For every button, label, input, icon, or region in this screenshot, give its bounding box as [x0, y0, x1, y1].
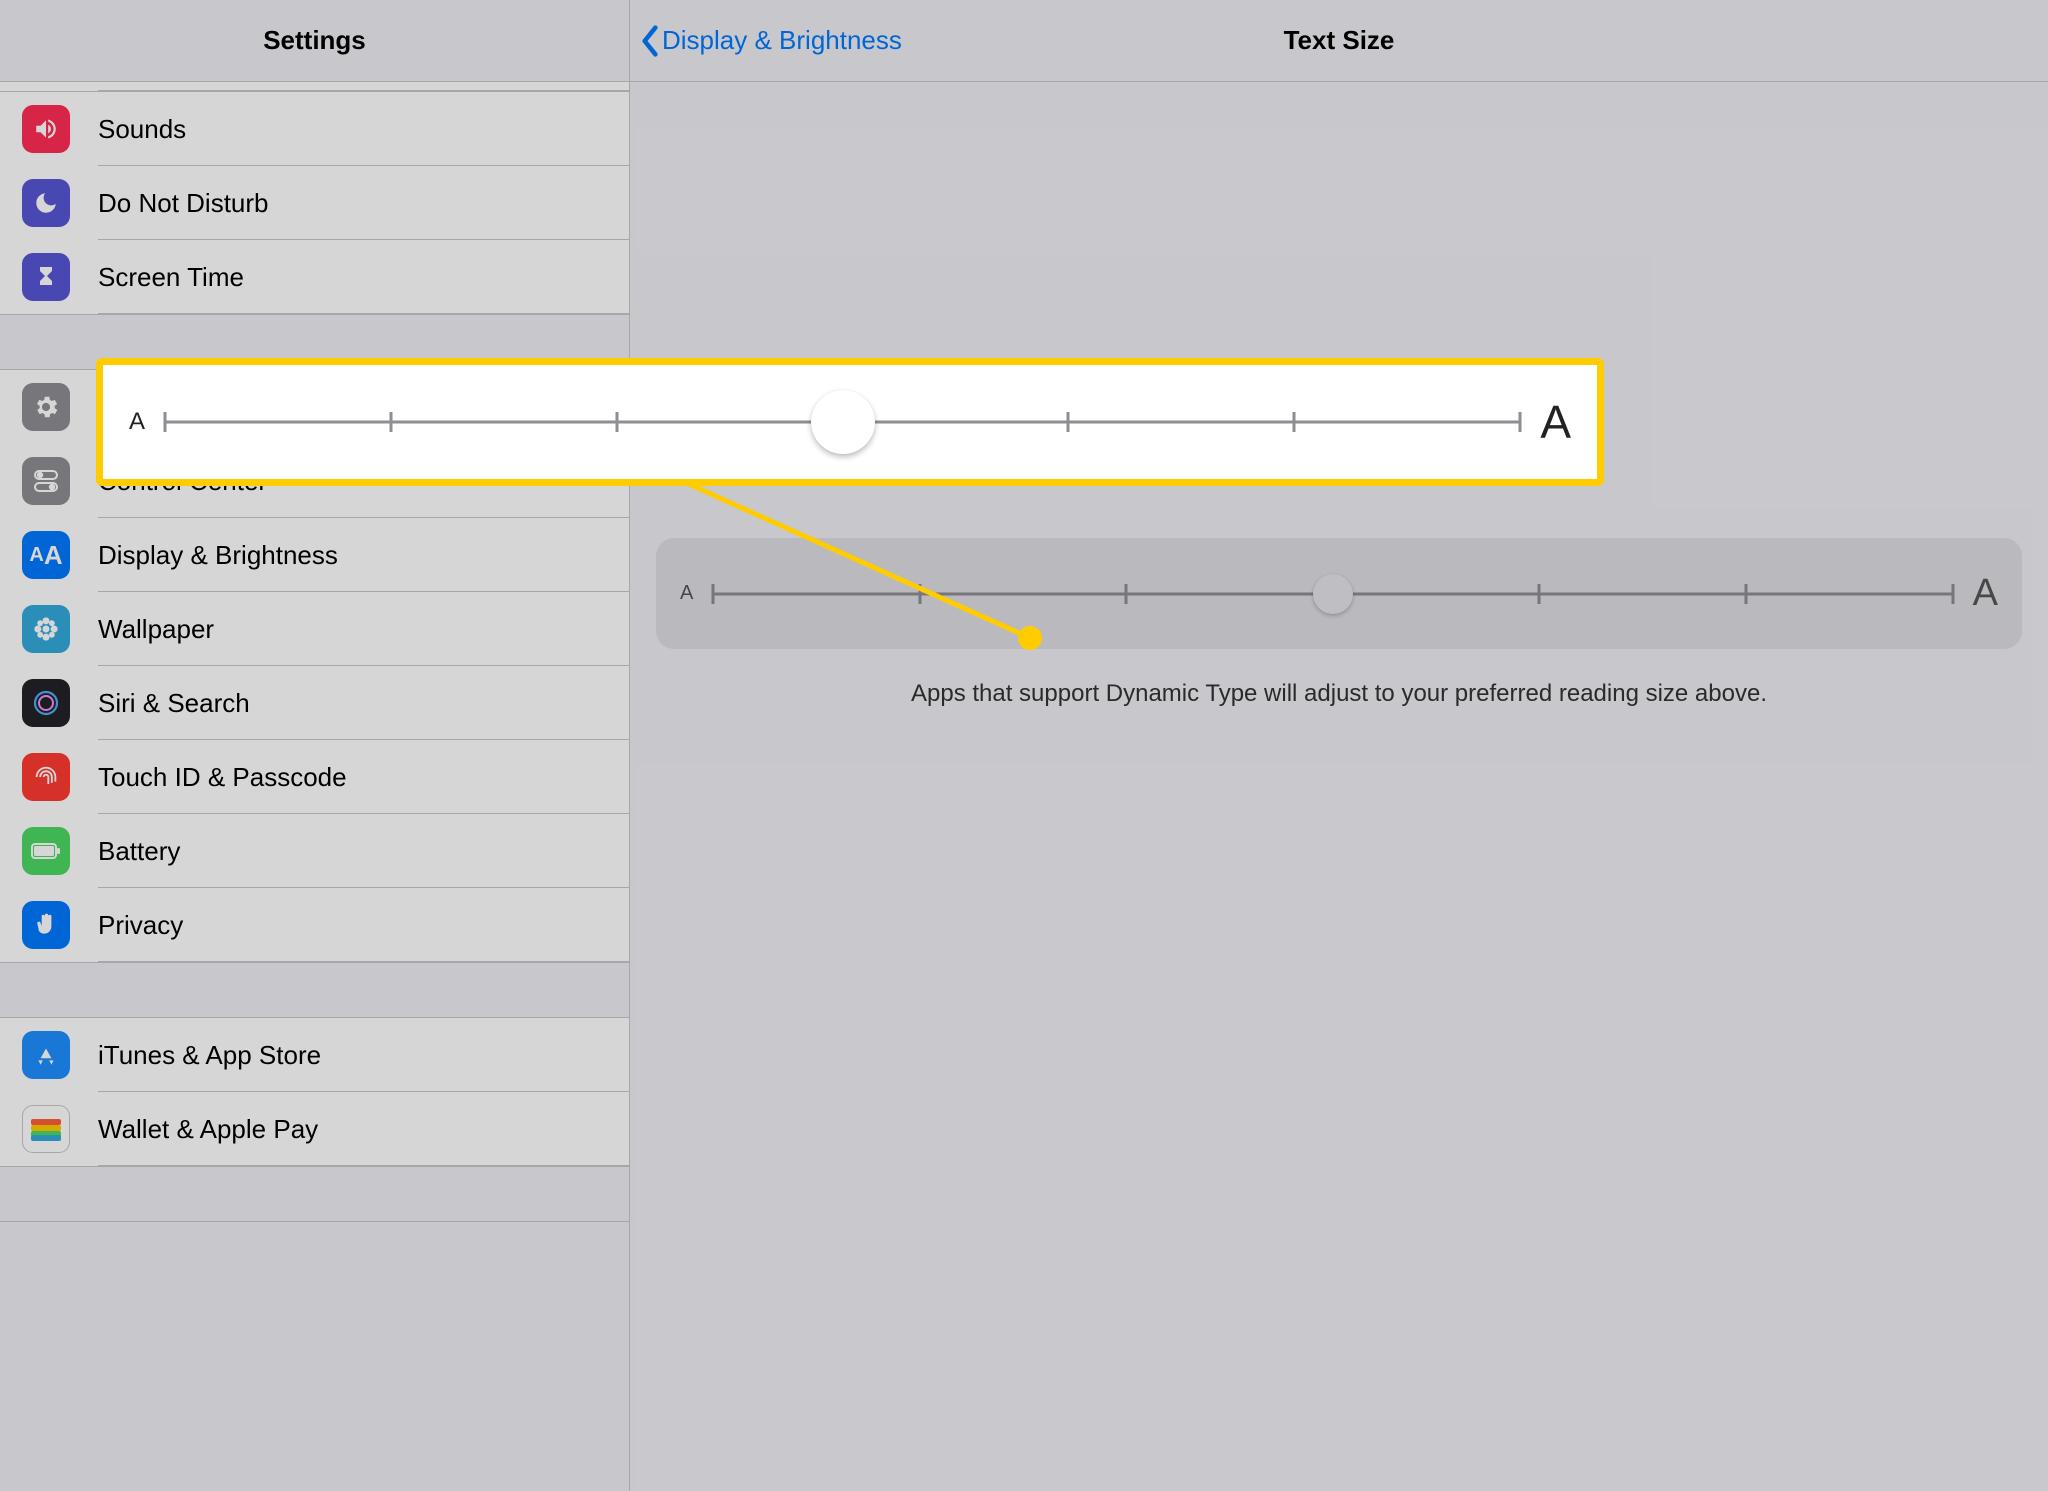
sidebar-title: Settings: [263, 25, 366, 56]
sidebar-item-label: Do Not Disturb: [98, 188, 269, 219]
slider-min-glyph: A: [680, 582, 693, 605]
callout-text-size-slider[interactable]: A A: [129, 395, 1571, 449]
callout-highlight: A A: [96, 358, 1604, 486]
gear-icon: [22, 383, 70, 431]
detail-header: Display & Brightness Text Size: [630, 0, 2048, 82]
sidebar-item-touch-id[interactable]: Touch ID & Passcode: [0, 740, 629, 814]
back-label: Display & Brightness: [662, 25, 902, 56]
battery-icon: [22, 827, 70, 875]
slider-max-glyph: A: [1540, 395, 1571, 449]
sidebar-header: Settings: [0, 0, 629, 82]
sidebar-item-label: Touch ID & Passcode: [98, 762, 347, 793]
sidebar-item-label: Sounds: [98, 114, 186, 145]
sidebar-item-label: Screen Time: [98, 262, 244, 293]
hand-icon: [22, 901, 70, 949]
back-button[interactable]: Display & Brightness: [640, 25, 1284, 57]
wallet-icon: [22, 1105, 70, 1153]
chevron-left-icon: [640, 25, 660, 57]
sidebar-item-wallpaper[interactable]: Wallpaper: [0, 592, 629, 666]
hourglass-icon: [22, 253, 70, 301]
sidebar-item-label: Wallpaper: [98, 614, 214, 645]
sidebar-list[interactable]: Sounds Do Not Disturb Screen Time Genera…: [0, 82, 629, 1491]
sidebar-item-label: Wallet & Apple Pay: [98, 1114, 318, 1145]
sidebar-item-privacy[interactable]: Privacy: [0, 888, 629, 962]
settings-sidebar: Settings Sounds Do Not Disturb Screen Ti…: [0, 0, 630, 1491]
detail-pane: Display & Brightness Text Size A: [630, 0, 2048, 1491]
text-size-slider[interactable]: A A: [680, 572, 1998, 615]
page-title: Text Size: [1284, 25, 1395, 56]
sidebar-item-label: Privacy: [98, 910, 183, 941]
help-text: Apps that support Dynamic Type will adju…: [678, 677, 2000, 711]
slider-thumb[interactable]: [811, 390, 875, 454]
sidebar-item-itunes-app-store[interactable]: iTunes & App Store: [0, 1018, 629, 1092]
sidebar-item-sounds[interactable]: Sounds: [0, 92, 629, 166]
sidebar-item-label: Display & Brightness: [98, 540, 338, 571]
slider-thumb[interactable]: [1313, 574, 1353, 614]
moon-icon: [22, 179, 70, 227]
slider-max-glyph: A: [1973, 572, 1998, 615]
fingerprint-icon: [22, 753, 70, 801]
sidebar-item[interactable]: [0, 82, 629, 92]
sidebar-item-siri-search[interactable]: Siri & Search: [0, 666, 629, 740]
flower-icon: [22, 605, 70, 653]
slider-min-glyph: A: [129, 408, 145, 436]
sidebar-item-battery[interactable]: Battery: [0, 814, 629, 888]
sidebar-item-label: iTunes & App Store: [98, 1040, 321, 1071]
sidebar-item-do-not-disturb[interactable]: Do Not Disturb: [0, 166, 629, 240]
toggle-icon: [22, 457, 70, 505]
detail-body: A A Apps that support Dynamic Type will …: [630, 82, 2048, 1491]
group-divider: [0, 1166, 629, 1222]
sidebar-item-label: Siri & Search: [98, 688, 250, 719]
sidebar-item-screen-time[interactable]: Screen Time: [0, 240, 629, 314]
sidebar-item-label: Battery: [98, 836, 180, 867]
text-size-icon: AA: [22, 531, 70, 579]
group-divider: [0, 962, 629, 1018]
sidebar-item-display-brightness[interactable]: AA Display & Brightness: [0, 518, 629, 592]
slider-track[interactable]: [713, 592, 1952, 596]
text-size-slider-card: A A: [656, 538, 2022, 649]
appstore-icon: [22, 1031, 70, 1079]
sidebar-item-wallet-apple-pay[interactable]: Wallet & Apple Pay: [0, 1092, 629, 1166]
slider-track[interactable]: [165, 420, 1520, 424]
volume-icon: [22, 105, 70, 153]
siri-icon: [22, 679, 70, 727]
